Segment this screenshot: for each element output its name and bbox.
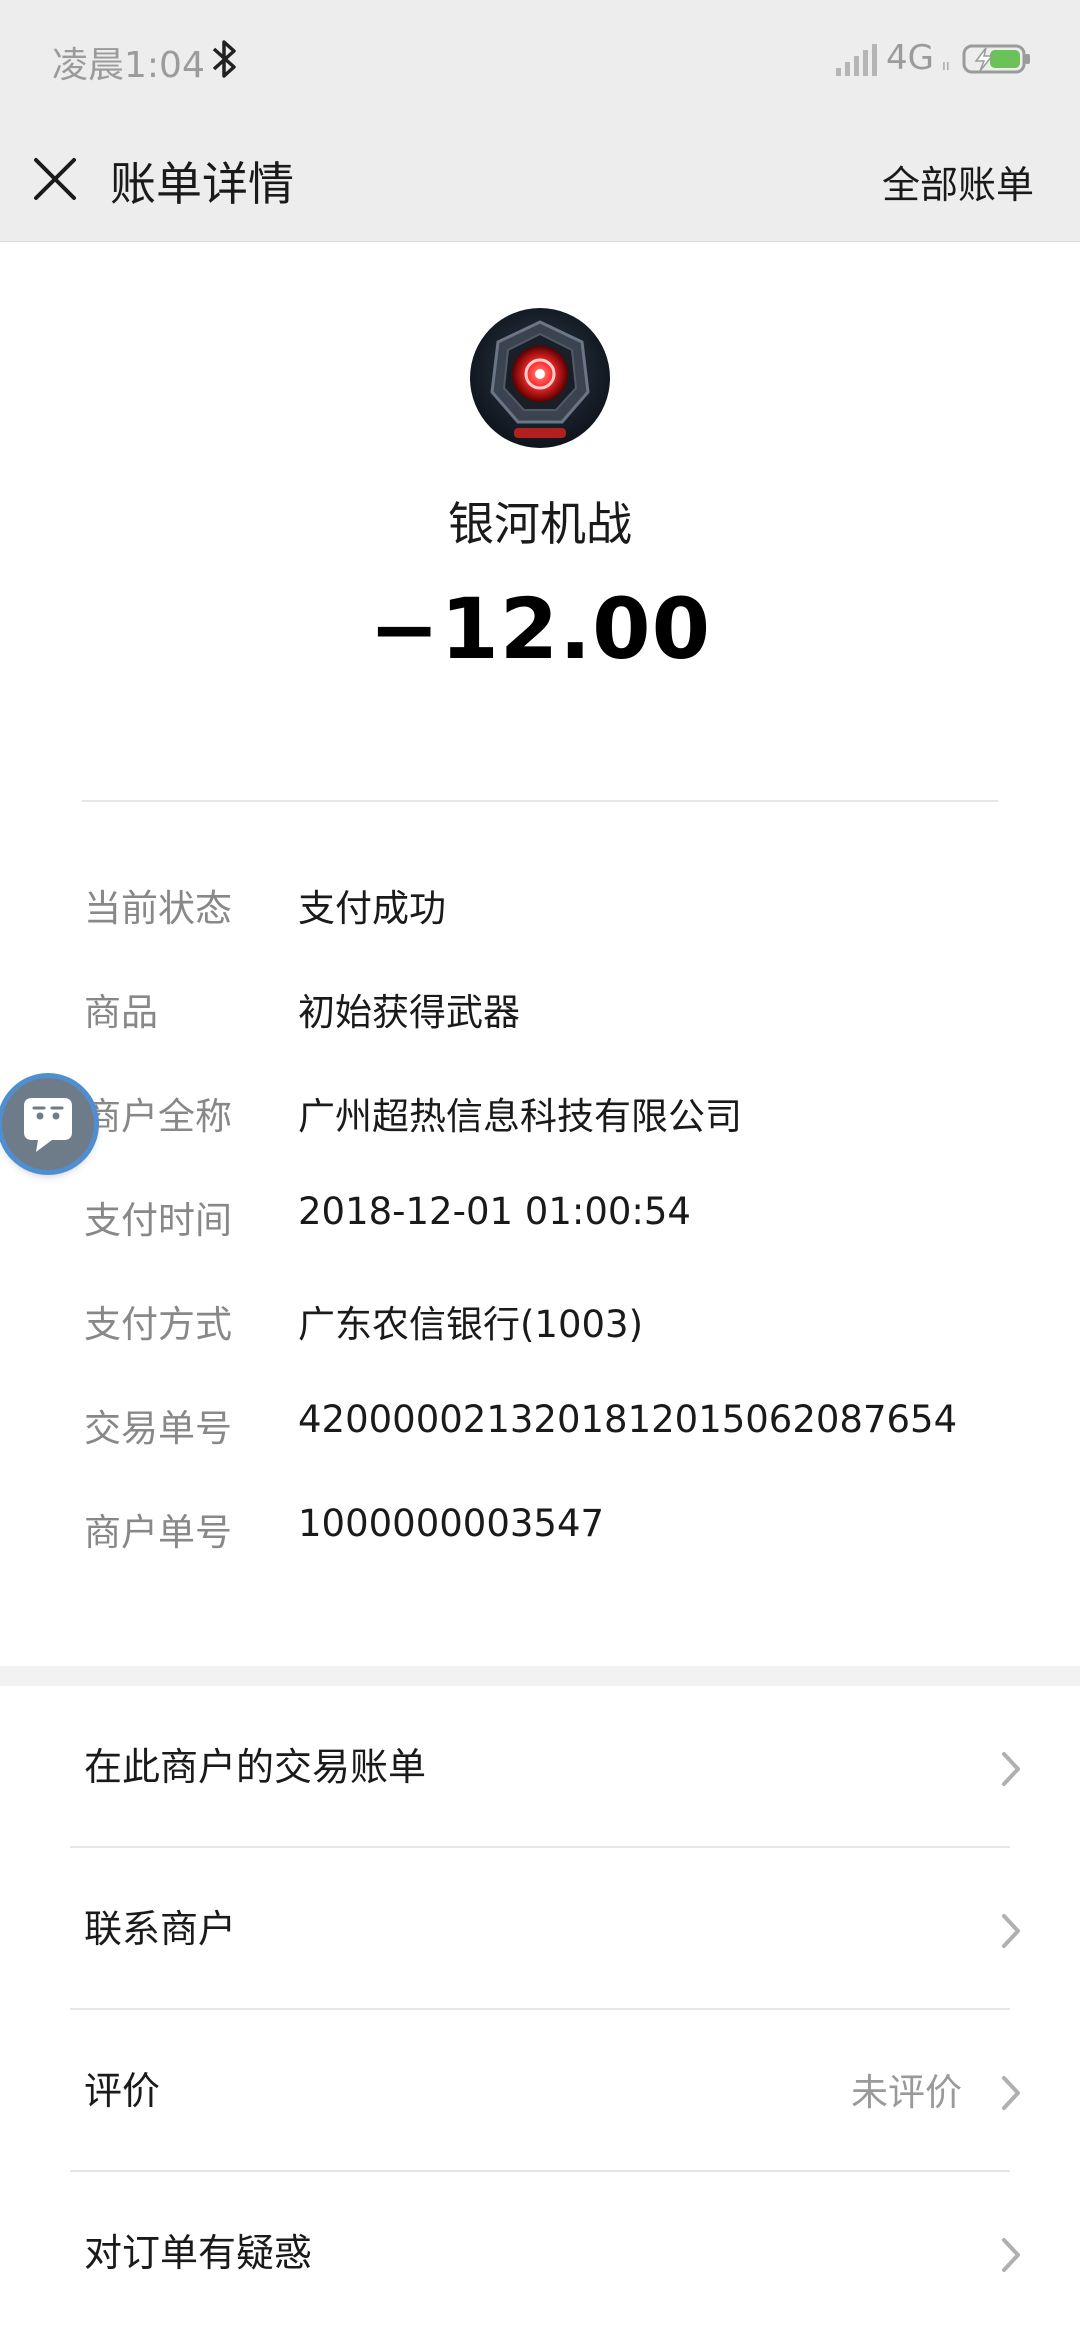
detail-label: 支付方式 [84,1303,232,1346]
menu-label: 对订单有疑惑 [84,2231,313,2275]
detail-row-status: 当前状态 支付成功 [0,860,1080,964]
chevron-right-icon [1002,2076,1020,2110]
action-menu: 在此商户的交易账单 联系商户 评价 未评价 对订单有疑惑 [0,1686,1080,2334]
bluetooth-icon [212,40,236,78]
divider [82,800,998,802]
chevron-right-icon [1002,1914,1020,1948]
menu-label: 评价 [84,2069,161,2113]
detail-value: 广东农信银行(1003) [298,1303,644,1346]
detail-row-payment-method: 支付方式 广东农信银行(1003) [0,1276,1080,1380]
menu-label: 在此商户的交易账单 [84,1745,427,1789]
status-bar: 凌晨1:04 4G ıı [0,0,1080,118]
menu-item-merchant-bills[interactable]: 在此商户的交易账单 [0,1686,1080,1848]
menu-item-review[interactable]: 评价 未评价 [0,2010,1080,2172]
merchant-name: 银河机战 [448,497,632,551]
all-bills-link[interactable]: 全部账单 [882,154,1034,209]
battery-icon [962,44,1030,74]
network-activity: ıı [942,58,950,74]
detail-value: 4200000213201812015062087654 [298,1398,958,1441]
section-gap [0,1666,1080,1686]
detail-label: 商户全称 [84,1095,232,1138]
chevron-right-icon [1002,1752,1020,1786]
menu-item-order-question[interactable]: 对订单有疑惑 [0,2172,1080,2334]
floating-assistant-button[interactable] [2,1078,94,1170]
page-title: 账单详情 [110,157,294,211]
detail-label: 当前状态 [84,887,232,930]
detail-row-transaction-id: 交易单号 4200000213201812015062087654 [0,1380,1080,1484]
detail-value: 支付成功 [298,887,446,930]
detail-value: 广州超热信息科技有限公司 [298,1095,742,1138]
menu-label: 联系商户 [84,1907,237,1951]
detail-list: 当前状态 支付成功 商品 初始获得武器 商户全称 广州超热信息科技有限公司 支付… [0,860,1080,1588]
detail-label: 支付时间 [84,1199,232,1242]
menu-item-contact-merchant[interactable]: 联系商户 [0,1848,1080,2010]
status-time: 凌晨1:04 [52,45,205,86]
detail-label: 商户单号 [84,1511,232,1554]
nav-bar: 账单详情 全部账单 [0,118,1080,242]
robot-emblem-icon [470,308,610,448]
detail-value: 1000000003547 [298,1502,605,1545]
close-icon[interactable] [32,156,78,202]
merchant-avatar [470,308,610,448]
detail-label: 商品 [84,991,158,1034]
detail-value: 2018-12-01 01:00:54 [298,1190,691,1233]
review-status: 未评价 [851,2071,962,2114]
chevron-right-icon [1002,2238,1020,2272]
chat-face-icon [24,1098,72,1152]
detail-value: 初始获得武器 [298,991,520,1034]
detail-row-merchant-order-id: 商户单号 1000000003547 [0,1484,1080,1588]
detail-row-product: 商品 初始获得武器 [0,964,1080,1068]
network-label: 4G [886,38,934,78]
detail-row-payment-time: 支付时间 2018-12-01 01:00:54 [0,1172,1080,1276]
detail-row-merchant-fullname: 商户全称 广州超热信息科技有限公司 [0,1068,1080,1172]
amount: −12.00 [368,580,712,678]
detail-label: 交易单号 [84,1407,232,1450]
signal-icon [836,44,877,76]
